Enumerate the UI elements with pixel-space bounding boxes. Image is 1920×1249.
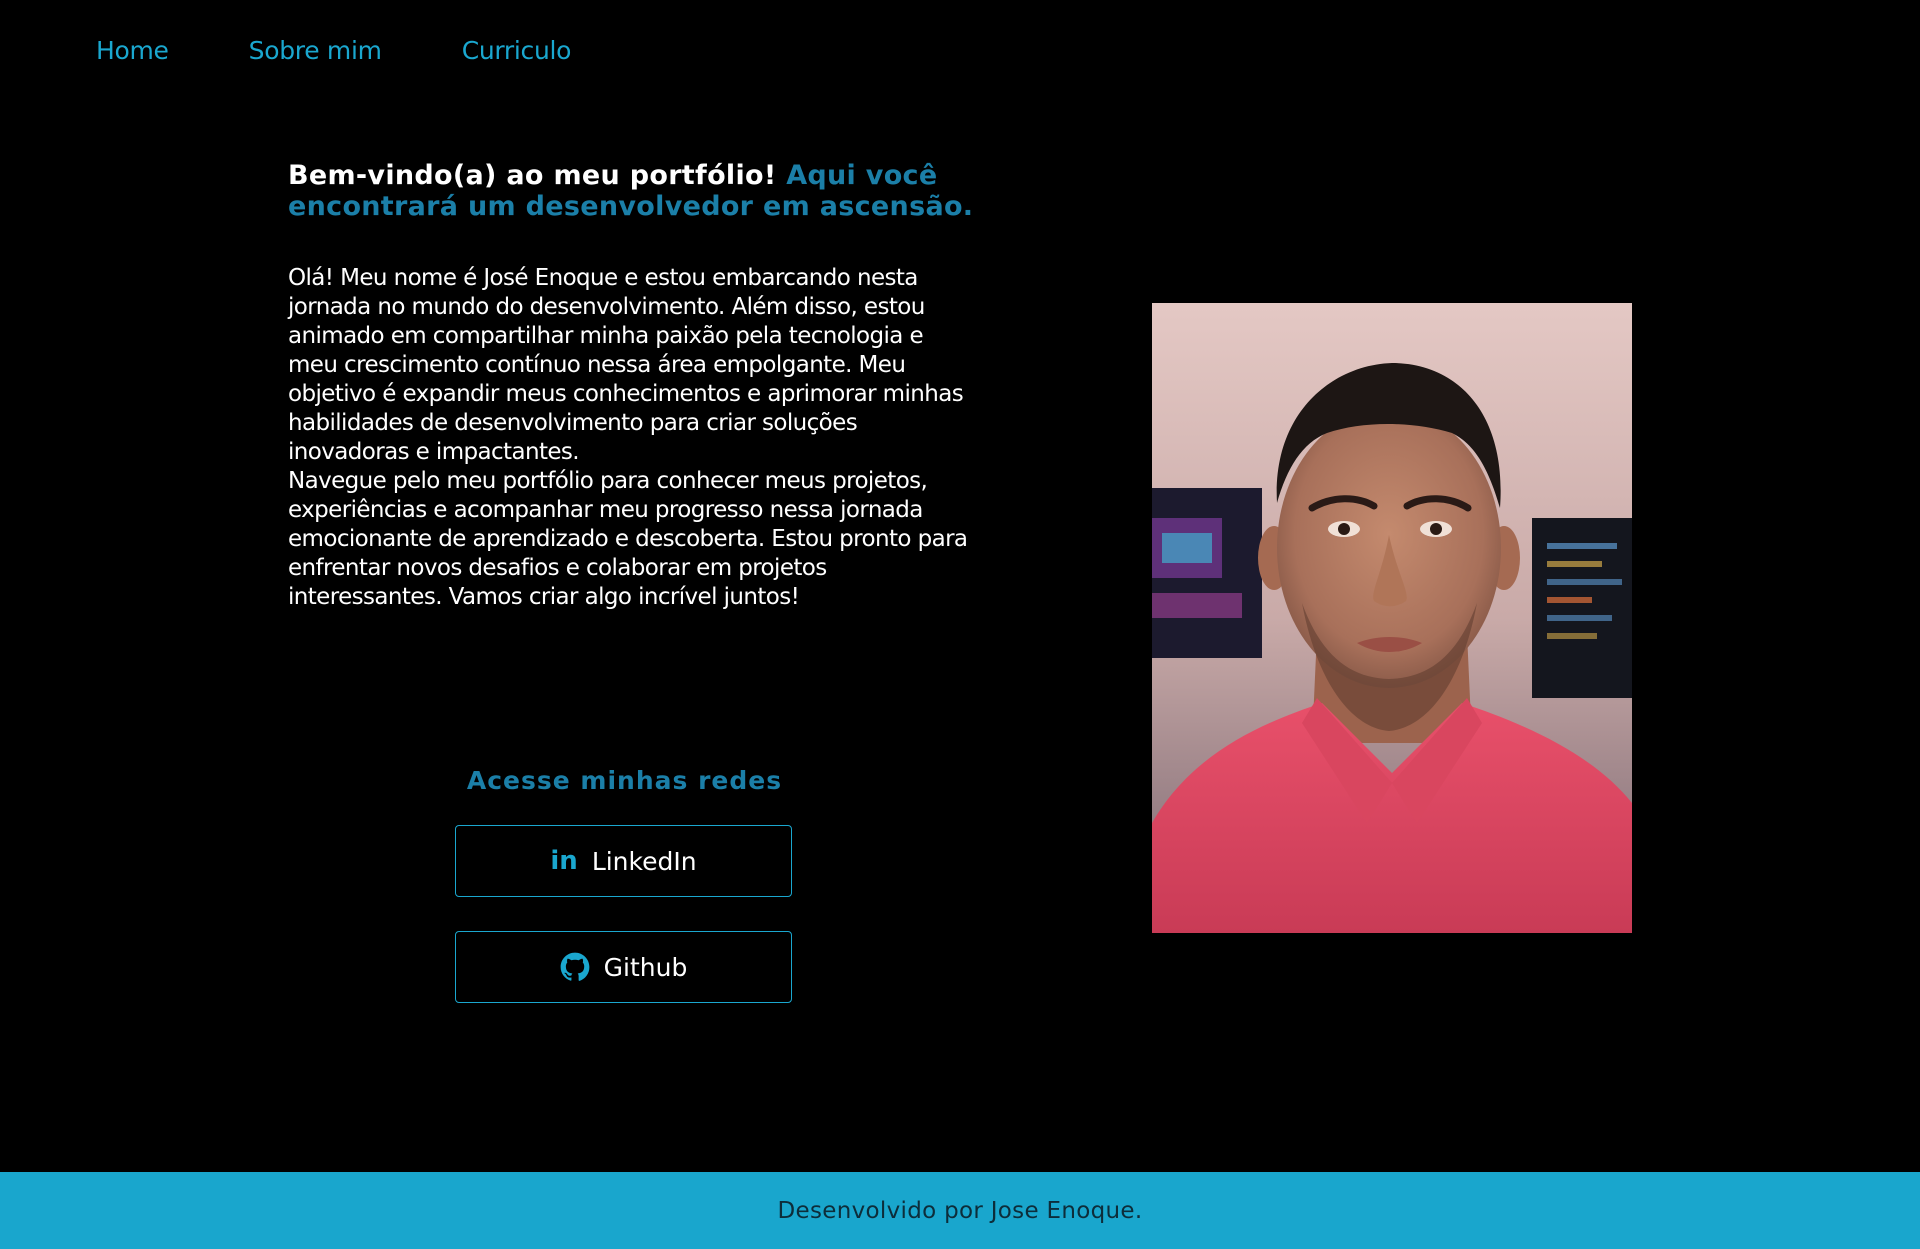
github-button[interactable]: Github (455, 931, 792, 1003)
linkedin-button[interactable]: in LinkedIn (455, 825, 792, 897)
welcome-headline: Bem-vindo(a) ao meu portfólio! Aqui você… (288, 160, 978, 222)
profile-photo (1152, 303, 1632, 933)
linkedin-icon: in (550, 846, 578, 876)
footer: Desenvolvido por Jose Enoque. (0, 1172, 1920, 1249)
intro-section: Bem-vindo(a) ao meu portfólio! Aqui você… (288, 160, 978, 612)
linkedin-label: LinkedIn (591, 846, 697, 876)
social-title: Acesse minhas redes (466, 766, 783, 795)
footer-text: Desenvolvido por Jose Enoque. (777, 1197, 1143, 1224)
nav-curriculo-link[interactable]: Curriculo (462, 36, 572, 65)
top-nav: Home Sobre mim Curriculo (96, 36, 571, 65)
intro-paragraph-1: Olá! Meu nome é José Enoque e estou emba… (288, 265, 964, 465)
headline-white-part: Bem-vindo(a) ao meu portfólio! (288, 160, 777, 191)
nav-home-link[interactable]: Home (96, 36, 169, 65)
github-label: Github (603, 952, 688, 982)
social-section: Acesse minhas redes in LinkedIn Github (455, 766, 794, 1037)
github-icon (560, 952, 590, 982)
nav-sobre-mim-link[interactable]: Sobre mim (249, 36, 382, 65)
intro-text: Olá! Meu nome é José Enoque e estou emba… (288, 264, 978, 612)
intro-paragraph-2: Navegue pelo meu portfólio para conhecer… (288, 468, 968, 610)
page: Home Sobre mim Curriculo Bem-vindo(a) ao… (0, 0, 1920, 1249)
